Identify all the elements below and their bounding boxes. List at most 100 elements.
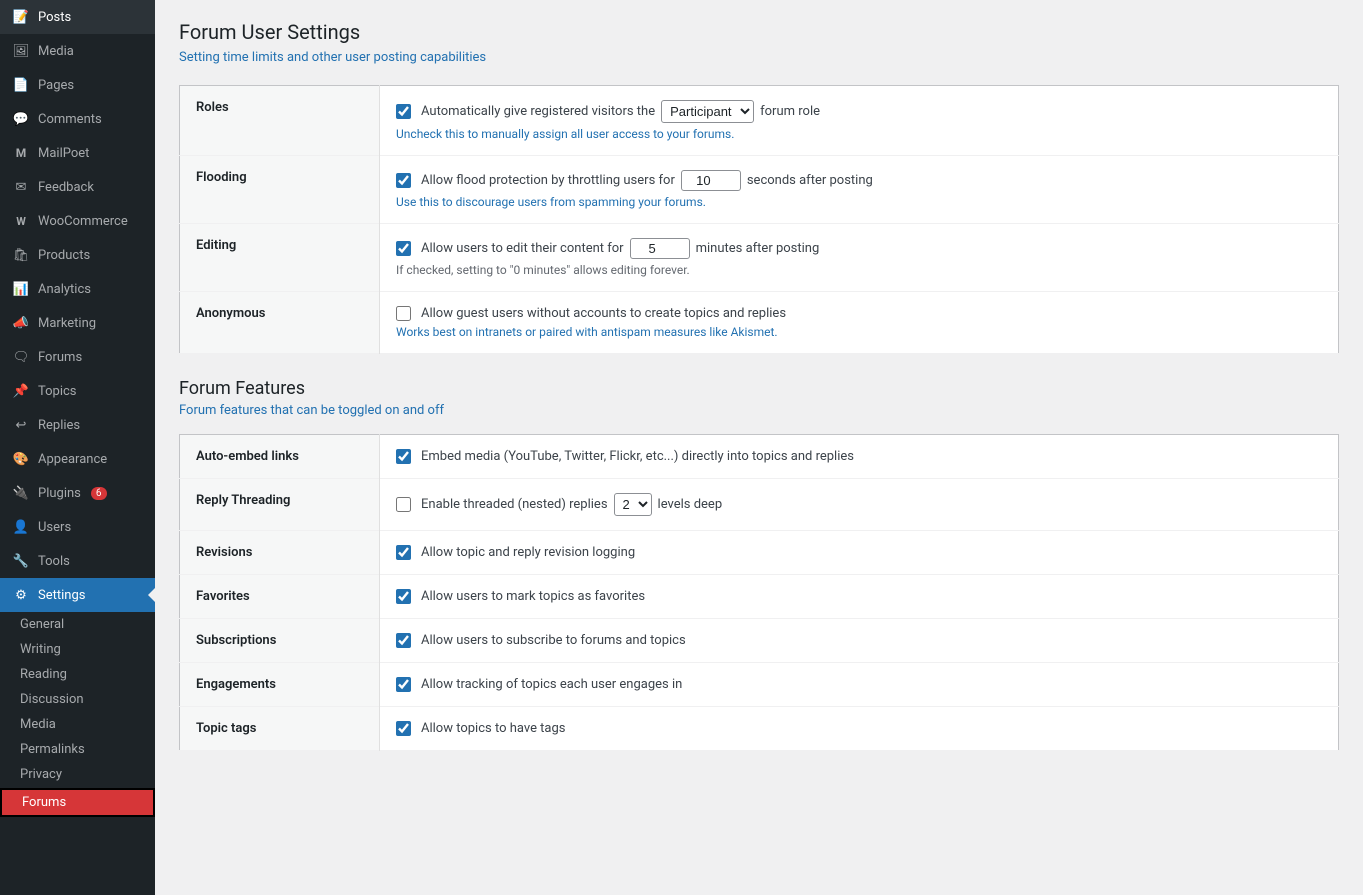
flooding-value-input[interactable] [681,170,741,191]
users-icon: 👤 [12,518,30,536]
submenu-media-settings[interactable]: Media [0,712,155,737]
flooding-text-after: seconds after posting [747,173,873,188]
table-row-roles: Roles Automatically give registered visi… [180,86,1339,156]
roles-select[interactable]: Participant Moderator Keymaster Blocked … [661,100,754,123]
topictags-control: Allow topics to have tags [396,721,1322,736]
sidebar-item-pages[interactable]: 📄 Pages [0,68,155,102]
page-title: Forum User Settings [179,20,1339,44]
table-row-revisions: Revisions Allow topic and reply revision… [180,531,1339,575]
roles-help: Uncheck this to manually assign all user… [396,127,1322,141]
topictags-text: Allow topics to have tags [421,721,566,736]
favorites-checkbox[interactable] [396,589,411,604]
topics-icon: 📌 [12,382,30,400]
autoembed-control: Embed media (YouTube, Twitter, Flickr, e… [396,449,1322,464]
topictags-checkbox[interactable] [396,721,411,736]
engagements-text: Allow tracking of topics each user engag… [421,677,682,692]
comments-icon: 💬 [12,110,30,128]
submenu-writing[interactable]: Writing [0,637,155,662]
revisions-checkbox[interactable] [396,545,411,560]
autoembed-text: Embed media (YouTube, Twitter, Flickr, e… [421,449,854,464]
table-row-flooding: Flooding Allow flood protection by throt… [180,156,1339,224]
feedback-icon: ✉ [12,178,30,196]
sidebar-item-topics[interactable]: 📌 Topics [0,374,155,408]
sidebar-item-products[interactable]: 🛍 Products [0,238,155,272]
table-row-engagements: Engagements Allow tracking of topics eac… [180,663,1339,707]
flooding-text-before: Allow flood protection by throttling use… [421,173,675,188]
submenu-general[interactable]: General [0,612,155,637]
flooding-checkbox[interactable] [396,173,411,188]
woocommerce-icon: W [12,212,30,230]
engagements-control: Allow tracking of topics each user engag… [396,677,1322,692]
sidebar-item-woocommerce[interactable]: W WooCommerce [0,204,155,238]
sidebar-item-marketing[interactable]: 📣 Marketing [0,306,155,340]
table-row-anonymous: Anonymous Allow guest users without acco… [180,292,1339,354]
tools-icon: 🔧 [12,552,30,570]
anonymous-control: Allow guest users without accounts to cr… [396,306,1322,321]
sidebar-item-forums[interactable]: 🗨 Forums [0,340,155,374]
submenu-permalinks[interactable]: Permalinks [0,737,155,762]
media-icon: 🖼 [12,42,30,60]
sidebar-item-feedback[interactable]: ✉ Feedback [0,170,155,204]
threading-text-after: levels deep [658,497,723,512]
threading-select[interactable]: 2 3 4 5 [614,493,652,516]
subscriptions-checkbox[interactable] [396,633,411,648]
autoembed-checkbox[interactable] [396,449,411,464]
forums-icon: 🗨 [12,348,30,366]
editing-value-input[interactable] [630,238,690,259]
engagements-checkbox[interactable] [396,677,411,692]
subscriptions-label: Subscriptions [196,633,276,648]
products-icon: 🛍 [12,246,30,264]
page-subtitle: Setting time limits and other user posti… [179,50,1339,65]
sidebar-item-tools[interactable]: 🔧 Tools [0,544,155,578]
sidebar: 📝 Posts 🖼 Media 📄 Pages 💬 Comments M Mai… [0,0,155,895]
sidebar-item-comments[interactable]: 💬 Comments [0,102,155,136]
replies-icon: ↩ [12,416,30,434]
table-row-topictags: Topic tags Allow topics to have tags [180,707,1339,751]
sidebar-item-mailpoet[interactable]: M MailPoet [0,136,155,170]
analytics-icon: 📊 [12,280,30,298]
submenu-privacy[interactable]: Privacy [0,762,155,787]
user-settings-table: Roles Automatically give registered visi… [179,85,1339,354]
plugins-badge: 6 [91,487,107,500]
anonymous-text: Allow guest users without accounts to cr… [421,306,786,321]
flooding-label: Flooding [196,170,247,185]
editing-control: Allow users to edit their content for mi… [396,238,1322,259]
main-content: Forum User Settings Setting time limits … [155,0,1363,895]
editing-checkbox[interactable] [396,241,411,256]
roles-text-before: Automatically give registered visitors t… [421,104,655,119]
marketing-icon: 📣 [12,314,30,332]
sidebar-item-analytics[interactable]: 📊 Analytics [0,272,155,306]
submenu-discussion[interactable]: Discussion [0,687,155,712]
table-row-favorites: Favorites Allow users to mark topics as … [180,575,1339,619]
sidebar-item-media[interactable]: 🖼 Media [0,34,155,68]
flooding-help: Use this to discourage users from spammi… [396,195,1322,209]
sidebar-item-plugins[interactable]: 🔌 Plugins 6 [0,476,155,510]
appearance-icon: 🎨 [12,450,30,468]
roles-checkbox[interactable] [396,104,411,119]
submenu-reading[interactable]: Reading [0,662,155,687]
revisions-text: Allow topic and reply revision logging [421,545,635,560]
sidebar-item-posts[interactable]: 📝 Posts [0,0,155,34]
roles-control: Automatically give registered visitors t… [396,100,1322,123]
threading-text: Enable threaded (nested) replies [421,497,608,512]
active-arrow [148,588,155,602]
table-row-threading: Reply Threading Enable threaded (nested)… [180,479,1339,531]
anonymous-checkbox[interactable] [396,306,411,321]
engagements-label: Engagements [196,677,276,692]
sidebar-item-users[interactable]: 👤 Users [0,510,155,544]
sidebar-item-replies[interactable]: ↩ Replies [0,408,155,442]
topictags-label: Topic tags [196,721,257,736]
table-row-editing: Editing Allow users to edit their conten… [180,224,1339,292]
autoembed-label: Auto-embed links [196,449,299,464]
editing-label: Editing [196,238,236,253]
settings-icon: ⚙ [12,586,30,604]
sidebar-item-settings[interactable]: ⚙ Settings [0,578,155,612]
favorites-text: Allow users to mark topics as favorites [421,589,645,604]
pages-icon: 📄 [12,76,30,94]
posts-icon: 📝 [12,8,30,26]
sidebar-item-appearance[interactable]: 🎨 Appearance [0,442,155,476]
editing-text-before: Allow users to edit their content for [421,241,624,256]
threading-checkbox[interactable] [396,497,411,512]
submenu-forums[interactable]: Forums [0,788,155,817]
table-row-autoembed: Auto-embed links Embed media (YouTube, T… [180,435,1339,479]
